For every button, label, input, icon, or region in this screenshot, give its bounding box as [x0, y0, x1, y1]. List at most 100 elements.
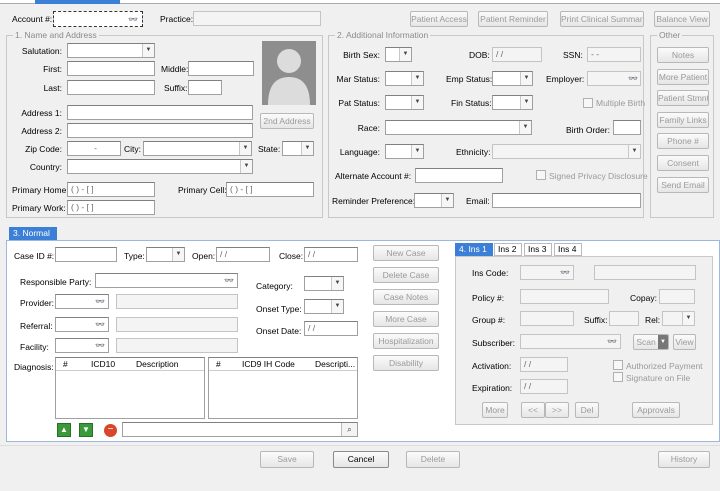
rel-select[interactable]: ▼: [662, 311, 695, 326]
move-down-icon[interactable]: ▼: [79, 423, 93, 437]
ssn-input[interactable]: - -: [587, 47, 641, 62]
hospitalization-button[interactable]: Hospitalization: [373, 333, 439, 349]
zip-input[interactable]: -: [67, 141, 121, 156]
search-glasses-icon[interactable]: 👓: [224, 274, 234, 287]
multiple-birth-checkbox[interactable]: [583, 98, 593, 108]
icd10-grid[interactable]: # ICD10 Description: [55, 357, 205, 419]
suffix-input[interactable]: [188, 80, 222, 95]
send-email-button[interactable]: Send Email: [657, 177, 709, 193]
patient-photo-placeholder[interactable]: [262, 41, 316, 105]
practice-input[interactable]: [193, 11, 321, 26]
prev-ins-button[interactable]: <<: [521, 402, 545, 418]
primary-work-input[interactable]: ( ) - [ ]: [67, 200, 155, 215]
tab-ins3[interactable]: Ins 3: [524, 243, 552, 256]
tab-ins1[interactable]: 4. Ins 1: [455, 243, 493, 256]
facility-input[interactable]: 👓: [55, 338, 109, 353]
tab-ins4[interactable]: Ins 4: [554, 243, 582, 256]
authorized-payment-checkbox[interactable]: [613, 360, 623, 370]
notes-button[interactable]: Notes: [657, 47, 709, 63]
cancel-button[interactable]: Cancel: [333, 451, 389, 468]
last-name-input[interactable]: [67, 80, 155, 95]
search-glasses-icon[interactable]: 👓: [560, 266, 570, 279]
onset-date-input[interactable]: / /: [304, 321, 358, 336]
delete-case-button[interactable]: Delete Case: [373, 267, 439, 283]
pat-status-select[interactable]: ▼: [385, 95, 424, 110]
print-clinical-summary-button[interactable]: Print Clinical Summary: [560, 11, 644, 27]
balance-view-button[interactable]: Balance View: [654, 11, 710, 27]
search-glasses-icon[interactable]: 👓: [628, 72, 638, 85]
more-case-button[interactable]: More Case: [373, 311, 439, 327]
ins-code-input[interactable]: 👓: [520, 265, 574, 280]
second-address-button[interactable]: 2nd Address: [260, 113, 314, 129]
address2-input[interactable]: [67, 123, 253, 138]
delete-ins-button[interactable]: Del: [575, 402, 599, 418]
delete-button[interactable]: Delete: [406, 451, 460, 468]
scan-button[interactable]: Scan ▼: [633, 334, 669, 350]
more-ins-button[interactable]: More: [482, 402, 508, 418]
patient-access-button[interactable]: Patient Access: [410, 11, 468, 27]
family-links-button[interactable]: Family Links: [657, 112, 709, 128]
ethnicity-select[interactable]: ▼: [492, 144, 641, 159]
case-notes-button[interactable]: Case Notes: [373, 289, 439, 305]
alt-account-input[interactable]: [415, 168, 503, 183]
birth-sex-select[interactable]: ▼: [385, 47, 412, 62]
phone-button[interactable]: Phone #: [657, 133, 709, 149]
consent-button[interactable]: Consent: [657, 155, 709, 171]
responsible-party-input[interactable]: 👓: [95, 273, 238, 288]
signature-on-file-checkbox[interactable]: [613, 372, 623, 382]
referral-input[interactable]: 👓: [55, 317, 109, 332]
city-select[interactable]: ▼: [143, 141, 252, 156]
new-case-button[interactable]: New Case: [373, 245, 439, 261]
patient-stmnt-button[interactable]: Patient Stmnt: [657, 90, 709, 106]
patient-reminder-button[interactable]: Patient Reminder: [478, 11, 548, 27]
subscriber-input[interactable]: 👓: [520, 334, 621, 349]
primary-cell-input[interactable]: ( ) - [ ]: [226, 182, 314, 197]
race-select[interactable]: ▼: [385, 120, 532, 135]
reminder-pref-select[interactable]: ▼: [414, 193, 454, 208]
tab-normal[interactable]: 3. Normal: [9, 227, 57, 240]
next-ins-button[interactable]: >>: [545, 402, 569, 418]
close-date-input[interactable]: / /: [304, 247, 358, 262]
category-select[interactable]: ▼: [304, 276, 344, 291]
fin-status-select[interactable]: ▼: [492, 95, 533, 110]
search-glasses-icon[interactable]: 👓: [607, 335, 617, 348]
open-date-input[interactable]: / /: [216, 247, 270, 262]
icd9-grid[interactable]: # ICD9 IH Code Descripti...: [208, 357, 358, 419]
history-button[interactable]: History: [658, 451, 710, 468]
emp-status-select[interactable]: ▼: [492, 71, 533, 86]
primary-home-input[interactable]: ( ) - [ ]: [67, 182, 155, 197]
salutation-select[interactable]: ▼: [67, 43, 155, 58]
ins-suffix-input[interactable]: [609, 311, 639, 326]
state-select[interactable]: ▼: [282, 141, 314, 156]
case-id-input[interactable]: [55, 247, 117, 262]
country-select[interactable]: ▼: [67, 159, 253, 174]
onset-type-select[interactable]: ▼: [304, 299, 344, 314]
birth-order-input[interactable]: [613, 120, 641, 135]
employer-input[interactable]: 👓: [587, 71, 641, 86]
provider-input[interactable]: 👓: [55, 294, 109, 309]
search-glasses-icon[interactable]: 👓: [95, 295, 105, 308]
copay-input[interactable]: [659, 289, 695, 304]
dob-input[interactable]: / /: [492, 47, 542, 62]
search-glasses-icon[interactable]: 👓: [128, 13, 138, 26]
chevron-down-icon[interactable]: ▼: [658, 335, 668, 349]
disability-button[interactable]: Disability: [373, 355, 439, 371]
activation-date-input[interactable]: / /: [520, 357, 568, 372]
policy-input[interactable]: [520, 289, 609, 304]
move-up-icon[interactable]: ▲: [57, 423, 71, 437]
middle-name-input[interactable]: [188, 61, 254, 76]
signed-privacy-checkbox[interactable]: [536, 170, 546, 180]
save-button[interactable]: Save: [260, 451, 314, 468]
first-name-input[interactable]: [67, 61, 155, 76]
diagnosis-search-input[interactable]: ⌕: [122, 422, 358, 437]
remove-icon[interactable]: −: [104, 424, 117, 437]
tab-ins2[interactable]: Ins 2: [494, 243, 522, 256]
mar-status-select[interactable]: ▼: [385, 71, 424, 86]
search-icon[interactable]: ⌕: [341, 423, 357, 436]
group-input[interactable]: [520, 311, 574, 326]
type-select[interactable]: ▼: [146, 247, 185, 262]
approvals-button[interactable]: Approvals: [632, 402, 680, 418]
active-top-tab[interactable]: [35, 0, 120, 4]
view-button[interactable]: View: [673, 334, 696, 350]
address1-input[interactable]: [67, 105, 253, 120]
